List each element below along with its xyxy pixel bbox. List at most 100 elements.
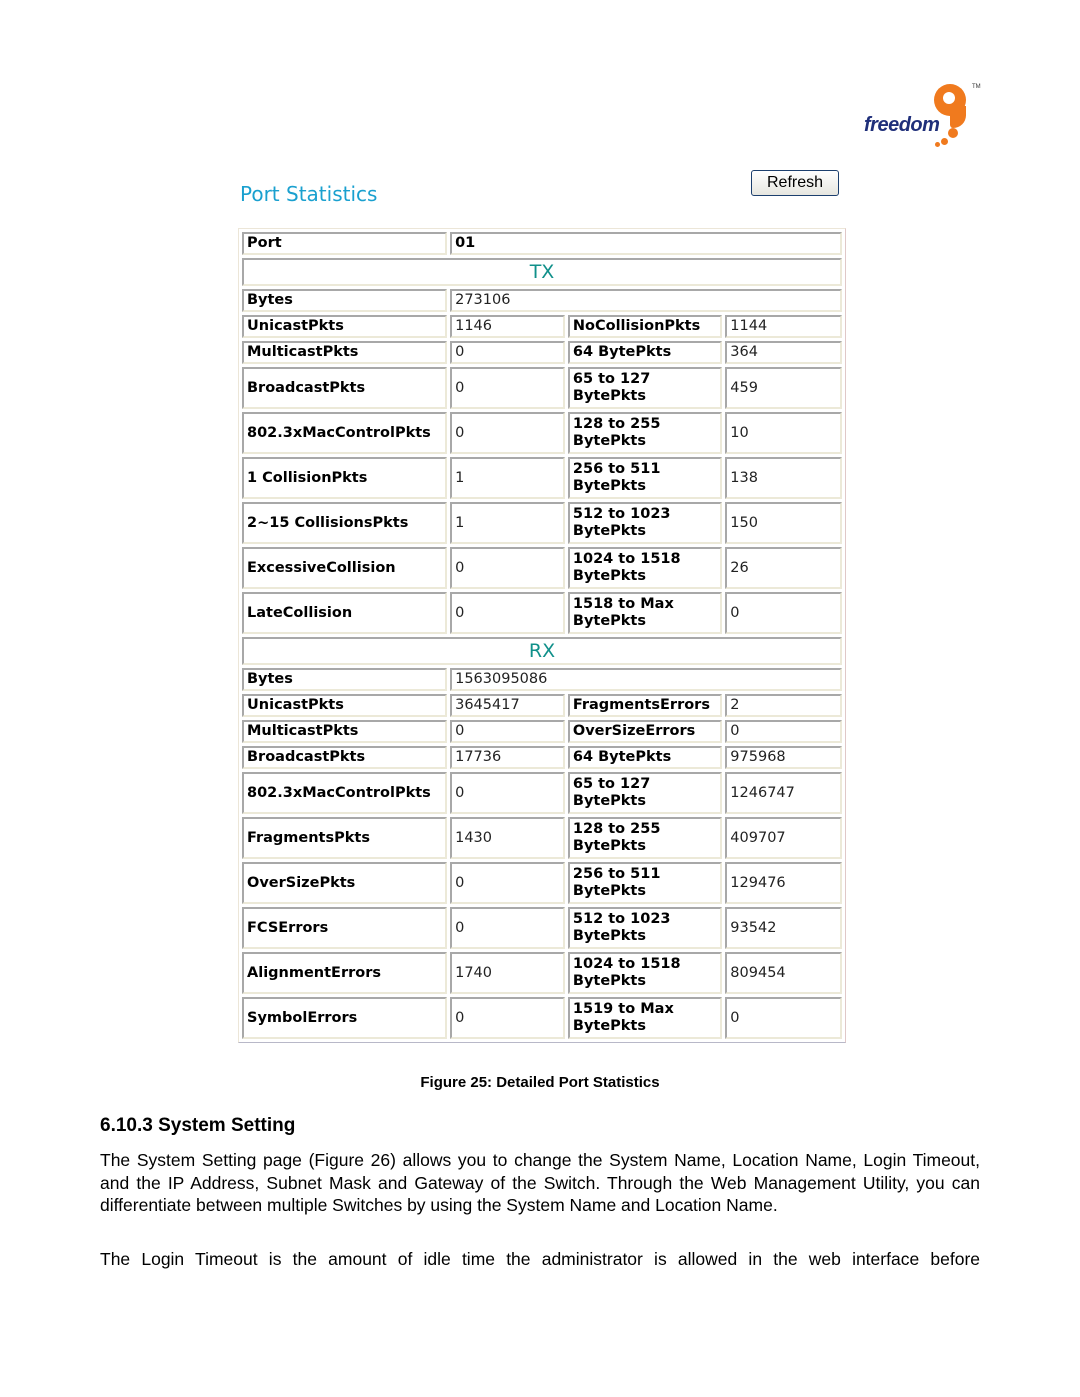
size-unit: BytePkts xyxy=(572,973,646,989)
tx-stat-value: 26 xyxy=(725,547,842,589)
rx-size-label: 1024 to 1518 BytePkts xyxy=(567,952,723,994)
rx-size-label: 65 to 127 BytePkts xyxy=(567,772,723,814)
rx-stat-row: 802.3xMacControlPkts 0 65 to 127 BytePkts 12… xyxy=(242,772,842,814)
rx-stat-value: 1740 xyxy=(450,952,565,994)
size-range: 512 to 1023 xyxy=(572,911,671,927)
size-unit: BytePkts xyxy=(572,568,646,584)
size-unit: BytePkts xyxy=(572,928,646,944)
refresh-button[interactable]: Refresh xyxy=(751,170,839,196)
size-range: 65 to 127 xyxy=(572,371,651,387)
size-range: 1518 to Max xyxy=(572,596,674,612)
tx-stat-value: 1 xyxy=(450,457,565,499)
size-range: 1024 to 1518 xyxy=(572,956,681,972)
rx-stat-row: SymbolErrors 0 1519 to Max BytePkts 0 xyxy=(242,997,842,1039)
port-statistics-table: Port 01 TX Bytes 273106 UnicastPkts 1146 N… xyxy=(238,228,846,1043)
tx-stat-label: MulticastPkts xyxy=(242,341,448,364)
rx-stat-value: 3645417 xyxy=(450,694,565,717)
rx-stat-row: UnicastPkts 3645417 FragmentsErrors 2 xyxy=(242,694,842,717)
rx-stat-label: SymbolErrors xyxy=(242,997,448,1039)
size-unit: BytePkts xyxy=(572,793,646,809)
rx-stat-value: 93542 xyxy=(725,907,842,949)
tx-stat-label: LateCollision xyxy=(242,592,448,634)
tx-stat-value: 364 xyxy=(725,341,842,364)
size-range: 128 to 255 xyxy=(572,416,661,432)
rx-stat-value: 2 xyxy=(725,694,842,717)
body-paragraph: The System Setting page (Figure 26) allo… xyxy=(100,1150,980,1215)
rx-stat-row: OverSizePkts 0 256 to 511 BytePkts 129476 xyxy=(242,862,842,904)
size-range: 65 to 127 xyxy=(572,776,651,792)
size-range: 128 to 255 xyxy=(572,821,661,837)
size-unit: BytePkts xyxy=(572,883,646,899)
size-unit: BytePkts xyxy=(572,613,646,629)
port-row: Port 01 xyxy=(242,232,842,255)
rx-stat-value: 0 xyxy=(450,772,565,814)
port-label: Port xyxy=(242,232,448,255)
tx-section-row: TX xyxy=(242,258,842,286)
rx-bytes-value: 1563095086 xyxy=(450,668,842,691)
tx-stat-label: 802.3xMacControlPkts xyxy=(242,412,448,454)
rx-stat-label: OverSizePkts xyxy=(242,862,448,904)
tx-stat-value: 0 xyxy=(450,341,565,364)
rx-stat-label: BroadcastPkts xyxy=(242,746,448,769)
port-statistics-screenshot: Port Statistics Refresh Port 01 TX Bytes… xyxy=(230,160,850,1050)
size-range: 1519 to Max xyxy=(572,1001,674,1017)
rx-stat-label: MulticastPkts xyxy=(242,720,448,743)
rx-heading: RX xyxy=(242,637,842,665)
tx-stat-row: 1 CollisionPkts 1 256 to 511 BytePkts 138 xyxy=(242,457,842,499)
port-value: 01 xyxy=(450,232,842,255)
tx-stat-label: 2~15 CollisionsPkts xyxy=(242,502,448,544)
rx-stat-value: 975968 xyxy=(725,746,842,769)
freedom9-logo: freedom TM xyxy=(862,84,982,152)
rx-stat-label: AlignmentErrors xyxy=(242,952,448,994)
tx-stat-value: 1 xyxy=(450,502,565,544)
tx-stat-value: 459 xyxy=(725,367,842,409)
rx-stat-row: AlignmentErrors 1740 1024 to 1518 BytePkts 8… xyxy=(242,952,842,994)
tx-stat-value: 0 xyxy=(450,592,565,634)
rx-stat-value: 0 xyxy=(450,720,565,743)
rx-stat-label: FCSErrors xyxy=(242,907,448,949)
rx-stat-label: OverSizeErrors xyxy=(567,720,723,743)
rx-stat-label: 802.3xMacControlPkts xyxy=(242,772,448,814)
logo-nine-tail-icon xyxy=(950,106,966,128)
rx-size-label: 128 to 255 BytePkts xyxy=(567,817,723,859)
tx-stat-value: 138 xyxy=(725,457,842,499)
tx-stat-value: 0 xyxy=(450,412,565,454)
rx-stat-value: 1246747 xyxy=(725,772,842,814)
logo-dot-icon xyxy=(935,142,940,147)
tx-stat-label: 64 BytePkts xyxy=(567,341,723,364)
size-unit: BytePkts xyxy=(572,1018,646,1034)
size-range: 256 to 511 xyxy=(572,461,661,477)
rx-stat-label: FragmentsErrors xyxy=(567,694,723,717)
rx-stat-row: MulticastPkts 0 OverSizeErrors 0 xyxy=(242,720,842,743)
tx-stat-value: 1146 xyxy=(450,315,565,338)
tx-stat-row: UnicastPkts 1146 NoCollisionPkts 1144 xyxy=(242,315,842,338)
rx-stat-label: FragmentsPkts xyxy=(242,817,448,859)
figure-caption: Figure 25: Detailed Port Statistics xyxy=(420,1074,660,1091)
rx-stat-value: 129476 xyxy=(725,862,842,904)
logo-trademark: TM xyxy=(972,84,981,90)
tx-heading: TX xyxy=(242,258,842,286)
tx-stat-value: 10 xyxy=(725,412,842,454)
tx-stat-value: 1144 xyxy=(725,315,842,338)
tx-size-label: 65 to 127 BytePkts xyxy=(567,367,723,409)
rx-size-label: 1519 to Max BytePkts xyxy=(567,997,723,1039)
rx-bytes-row: Bytes 1563095086 xyxy=(242,668,842,691)
tx-size-label: 1024 to 1518 BytePkts xyxy=(567,547,723,589)
rx-stat-value: 809454 xyxy=(725,952,842,994)
rx-stat-value: 0 xyxy=(450,862,565,904)
rx-stat-row: FCSErrors 0 512 to 1023 BytePkts 93542 xyxy=(242,907,842,949)
rx-size-label: 256 to 511 BytePkts xyxy=(567,862,723,904)
tx-stat-row: LateCollision 0 1518 to Max BytePkts 0 xyxy=(242,592,842,634)
rx-stat-label: 64 BytePkts xyxy=(567,746,723,769)
logo-dot-icon xyxy=(941,138,948,145)
tx-size-label: 128 to 255 BytePkts xyxy=(567,412,723,454)
size-unit: BytePkts xyxy=(572,388,646,404)
logo-wordmark: freedom xyxy=(864,114,940,136)
rx-stat-value: 0 xyxy=(725,720,842,743)
size-range: 1024 to 1518 xyxy=(572,551,681,567)
rx-size-label: 512 to 1023 BytePkts xyxy=(567,907,723,949)
logo-dot-icon xyxy=(948,128,958,138)
tx-size-label: 512 to 1023 BytePkts xyxy=(567,502,723,544)
tx-stat-value: 0 xyxy=(450,367,565,409)
body-paragraph: The Login Timeout is the amount of idle … xyxy=(100,1249,980,1269)
